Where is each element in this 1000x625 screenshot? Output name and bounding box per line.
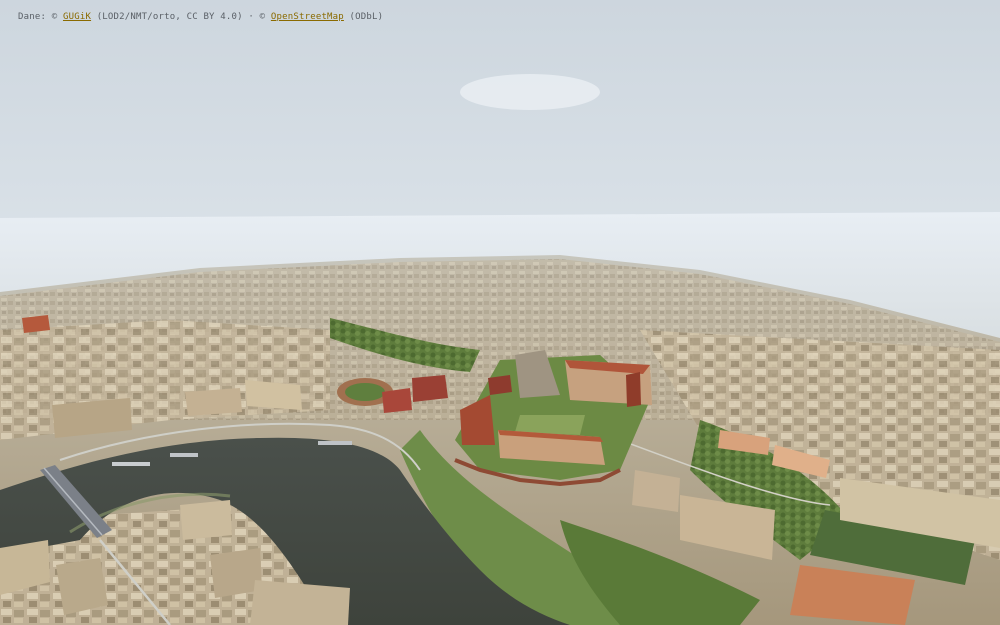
building-block-left-3 xyxy=(245,380,302,410)
building-red-2 xyxy=(412,375,448,402)
stadium-field xyxy=(345,383,385,401)
cloud xyxy=(460,74,600,110)
attribution-gugik-note: (LOD2/NMT/orto, CC BY 4.0) · © xyxy=(96,12,266,22)
attribution-prefix: Dane: © xyxy=(18,12,58,22)
attribution-osm-note: (ODbL) xyxy=(349,12,384,22)
building-block-left-2 xyxy=(185,388,242,416)
building-block-bottom-3 xyxy=(180,500,232,540)
openstreetmap-link[interactable]: OpenStreetMap xyxy=(271,12,344,22)
building-block-bottom-2 xyxy=(56,558,108,615)
boat xyxy=(318,441,352,445)
boat xyxy=(170,453,198,457)
building-block-bottom-5 xyxy=(250,580,350,625)
wawel-tower xyxy=(626,372,641,407)
building-red-4 xyxy=(22,315,50,333)
gugik-link[interactable]: GUGiK xyxy=(63,12,91,22)
boat xyxy=(112,462,150,466)
building-red-3 xyxy=(488,375,512,395)
building-red-1 xyxy=(382,388,412,413)
map-attribution: Dane: © GUGiK (LOD2/NMT/orto, CC BY 4.0)… xyxy=(18,12,383,22)
3d-map-view[interactable] xyxy=(0,0,1000,625)
